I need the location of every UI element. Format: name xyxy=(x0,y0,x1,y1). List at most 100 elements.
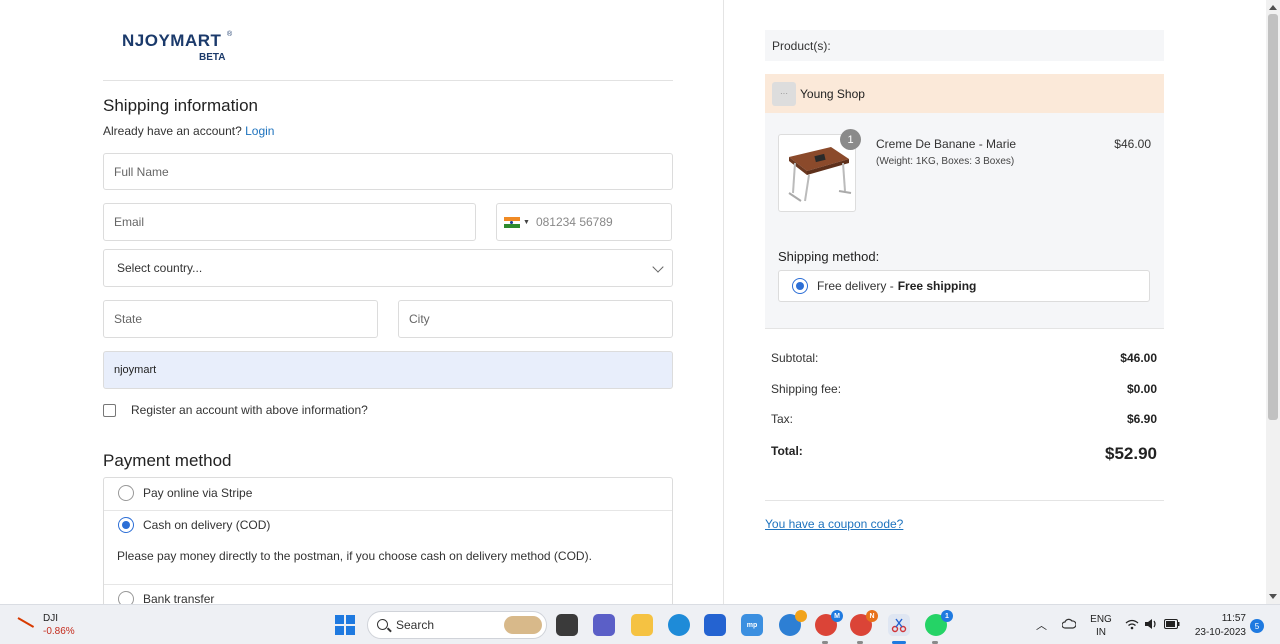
subtotal-value: $46.00 xyxy=(1120,351,1157,365)
subtotal-label: Subtotal: xyxy=(771,351,819,365)
taskbar-search-label: Search xyxy=(396,618,435,632)
cod-label[interactable]: Cash on delivery (COD) xyxy=(143,518,270,532)
shipping-fee-label: Shipping fee: xyxy=(771,382,842,396)
logo-text: NJOYMART xyxy=(122,31,222,50)
microsoft-store-icon[interactable] xyxy=(704,614,726,636)
chrome-profile-m-icon[interactable]: M xyxy=(815,610,843,636)
scissors-icon xyxy=(891,618,907,633)
show-hidden-icons-chevron-icon[interactable]: ︿ xyxy=(1036,617,1047,633)
cod-note: Please pay money directly to the postman… xyxy=(117,549,592,563)
shipping-option-detail: Free shipping xyxy=(897,279,977,293)
profile-badge-icon: M xyxy=(831,610,843,622)
payment-divider xyxy=(104,584,672,585)
scrollbar-thumb[interactable] xyxy=(1268,14,1278,420)
bank-label[interactable]: Bank transfer xyxy=(143,592,214,604)
region-code: IN xyxy=(1096,627,1106,638)
address-field-value: njoymart xyxy=(114,364,157,376)
battery-icon[interactable] xyxy=(1164,619,1180,629)
profile-badge-icon: N xyxy=(866,610,878,622)
payment-option-stripe[interactable]: Pay online via Stripe xyxy=(118,485,252,501)
shipping-fee-value: $0.00 xyxy=(1126,382,1157,396)
city-field[interactable]: City xyxy=(398,300,673,338)
payment-options: Pay online via Stripe Cash on delivery (… xyxy=(103,477,673,604)
page-scrollbar[interactable] xyxy=(1266,0,1280,604)
language-indicator[interactable]: ENG IN xyxy=(1090,613,1112,639)
product-name[interactable]: Creme De Banane - Marie xyxy=(876,137,1016,151)
cod-radio[interactable] xyxy=(118,517,134,533)
country-select[interactable]: Select country... xyxy=(103,249,673,287)
column-divider xyxy=(723,0,724,604)
checkout-page: NJOYMART ® BETA Shipping information Alr… xyxy=(0,0,1280,604)
payment-option-bank[interactable]: Bank transfer xyxy=(118,591,214,604)
taskbar-search[interactable]: Search xyxy=(367,611,547,639)
task-view-icon[interactable] xyxy=(556,614,578,636)
product-meta: (Weight: 1KG, Boxes: 3 Boxes) xyxy=(876,156,1015,167)
stock-trend-down-icon xyxy=(18,617,36,629)
login-link[interactable]: Login xyxy=(245,124,274,138)
clock-time: 11:57 xyxy=(1221,613,1246,624)
shop-name[interactable]: Young Shop xyxy=(800,87,865,101)
clock-date: 23-10-2023 xyxy=(1194,627,1246,638)
teams-chat-icon[interactable] xyxy=(593,614,615,636)
account-prompt: Already have an account? Login xyxy=(103,124,274,138)
whatsapp-icon[interactable]: 1 xyxy=(925,610,953,636)
search-icon xyxy=(377,619,388,630)
messenger-icon[interactable] xyxy=(779,610,807,636)
address-field[interactable]: njoymart xyxy=(103,351,673,389)
total-label: Total: xyxy=(771,444,803,458)
shop-logo-icon: ··· xyxy=(772,81,796,106)
register-account-label[interactable]: Register an account with above informati… xyxy=(131,403,368,417)
email-placeholder: Email xyxy=(114,215,145,229)
country-select-value: Select country... xyxy=(117,261,203,275)
account-prompt-text: Already have an account? xyxy=(103,124,242,138)
city-placeholder: City xyxy=(409,312,430,326)
tax-value: $6.90 xyxy=(1126,412,1157,426)
register-account-row[interactable]: Register an account with above informati… xyxy=(103,403,368,417)
njoymart-logo[interactable]: NJOYMART ® BETA xyxy=(122,31,242,67)
stripe-radio[interactable] xyxy=(118,485,134,501)
shipping-option-free[interactable]: Free delivery - Free shipping xyxy=(778,270,1150,302)
phone-placeholder: 081234 56789 xyxy=(535,215,613,229)
stripe-label[interactable]: Pay online via Stripe xyxy=(143,486,252,500)
shipping-heading: Shipping information xyxy=(103,96,258,115)
app-icon[interactable]: mp xyxy=(741,614,763,636)
state-field[interactable]: State xyxy=(103,300,378,338)
file-explorer-icon[interactable] xyxy=(631,614,653,636)
shipping-method-heading: Shipping method: xyxy=(778,249,880,264)
coupon-link[interactable]: You have a coupon code? xyxy=(765,517,903,531)
bank-radio[interactable] xyxy=(118,591,134,604)
free-delivery-radio[interactable] xyxy=(792,278,808,294)
india-flag-icon[interactable] xyxy=(504,216,520,228)
stock-symbol: DJI xyxy=(43,613,58,624)
search-highlight-icon xyxy=(504,616,542,634)
payment-divider xyxy=(104,510,672,511)
stock-widget[interactable]: DJI -0.86% xyxy=(18,613,75,637)
chrome-profile-n-icon[interactable]: N xyxy=(850,610,878,636)
register-account-checkbox[interactable] xyxy=(103,403,116,417)
email-field[interactable]: Email xyxy=(103,203,476,241)
total-value: $52.90 xyxy=(1105,444,1157,463)
snipping-tool-icon[interactable] xyxy=(888,614,910,636)
country-code-caret-icon[interactable]: ▼ xyxy=(523,219,530,226)
notification-dot-icon xyxy=(795,610,807,622)
volume-icon[interactable] xyxy=(1144,618,1158,630)
wifi-icon[interactable] xyxy=(1125,619,1139,630)
products-label: Product(s): xyxy=(772,38,831,53)
edge-browser-icon[interactable] xyxy=(668,614,690,636)
shipping-option-name: Free delivery - xyxy=(817,279,894,293)
cart-item-area: 1 Creme De Banane - Marie (Weight: 1KG, … xyxy=(765,113,1164,329)
system-clock[interactable]: 11:57 23-10-2023 xyxy=(1190,612,1246,640)
notification-count-badge[interactable]: 5 xyxy=(1250,619,1264,633)
scroll-down-arrow-icon[interactable] xyxy=(1269,594,1277,599)
tax-row: Tax: $6.90 xyxy=(771,412,1157,426)
whatsapp-badge: 1 xyxy=(941,610,953,622)
full-name-field[interactable]: Full Name xyxy=(103,153,673,190)
logo-registered-mark: ® xyxy=(227,31,233,38)
language-code: ENG xyxy=(1090,614,1112,625)
shop-row: ··· Young Shop xyxy=(765,74,1164,113)
phone-field[interactable]: ▼ 081234 56789 xyxy=(496,203,672,241)
onedrive-cloud-icon[interactable] xyxy=(1062,618,1076,630)
windows-start-icon[interactable] xyxy=(334,614,356,636)
scroll-up-arrow-icon[interactable] xyxy=(1269,5,1277,10)
payment-option-cod[interactable]: Cash on delivery (COD) xyxy=(118,517,270,533)
